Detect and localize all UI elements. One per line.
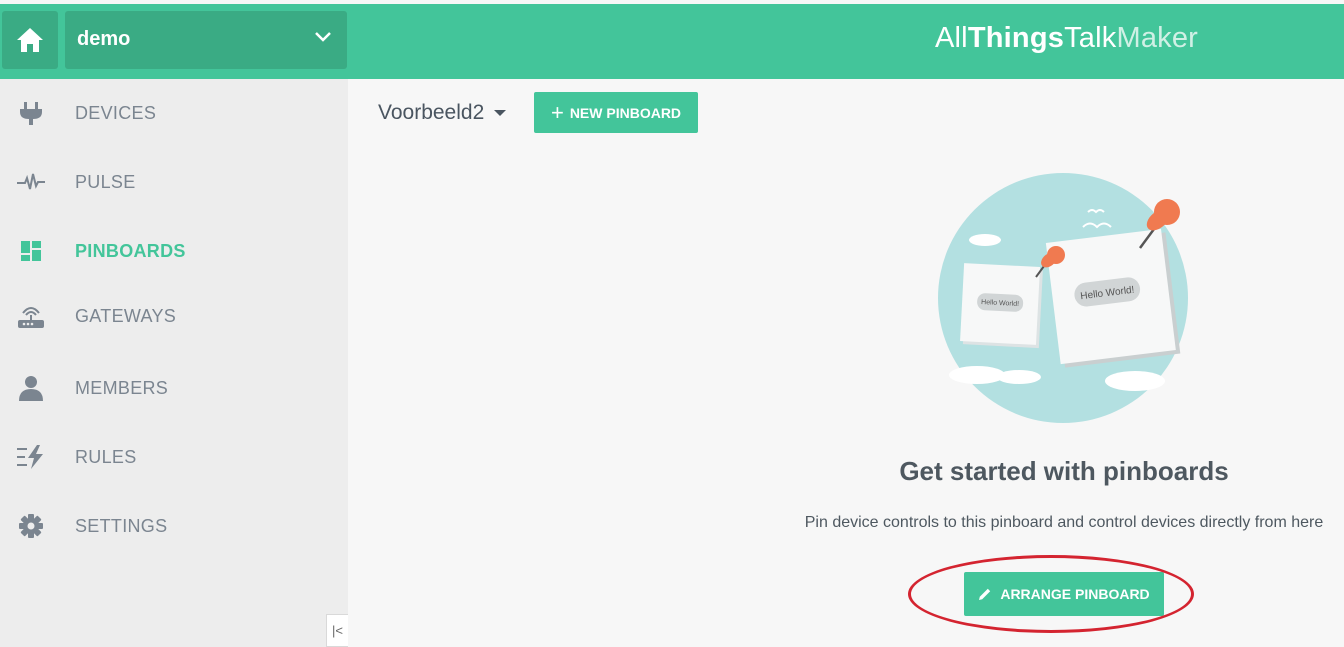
home-icon <box>17 28 43 52</box>
arrange-pinboard-button[interactable]: ARRANGE PINBOARD <box>964 572 1164 616</box>
dashboard-icon <box>17 238 45 264</box>
pulse-icon <box>17 169 45 195</box>
plug-icon <box>17 100 45 126</box>
empty-state-description: Pin device controls to this pinboard and… <box>804 514 1324 531</box>
workspace-selector[interactable]: demo <box>65 11 347 69</box>
pinboard-illustration: Hello World! Hello World! <box>938 173 1188 423</box>
user-icon <box>17 375 45 401</box>
sidebar-item-pinboards[interactable]: PINBOARDS <box>0 225 348 277</box>
collapse-sidebar-button[interactable]: |< <box>326 614 348 647</box>
plus-icon: + <box>550 99 564 125</box>
router-icon <box>17 303 45 329</box>
sidebar: DEVICES PULSE PINBOARDS GATEWAYS MEMBERS… <box>0 79 348 647</box>
empty-state-title: Get started with pinboards <box>899 456 1229 486</box>
home-button[interactable] <box>2 11 58 69</box>
chevron-down-icon <box>315 32 331 42</box>
gear-icon <box>17 513 45 539</box>
sidebar-item-gateways[interactable]: GATEWAYS <box>0 290 348 342</box>
top-bar: demo AllThingsTalkMaker <box>0 4 1344 79</box>
brand-logo: AllThingsTalkMaker <box>935 22 1199 54</box>
pinboard-selector[interactable]: Voorbeeld2 <box>378 101 507 125</box>
pencil-icon <box>979 588 991 600</box>
pinboard-name: Voorbeeld2 <box>378 101 485 124</box>
caret-down-icon <box>494 110 507 117</box>
sidebar-item-settings[interactable]: SETTINGS <box>0 500 348 552</box>
sidebar-item-members[interactable]: MEMBERS <box>0 362 348 414</box>
lightning-icon <box>17 444 45 470</box>
sidebar-item-devices[interactable]: DEVICES <box>0 87 348 139</box>
sidebar-item-rules[interactable]: RULES <box>0 431 348 483</box>
new-pinboard-button[interactable]: + NEW PINBOARD <box>534 92 698 133</box>
workspace-name: demo <box>77 28 131 50</box>
sidebar-item-pulse[interactable]: PULSE <box>0 156 348 208</box>
